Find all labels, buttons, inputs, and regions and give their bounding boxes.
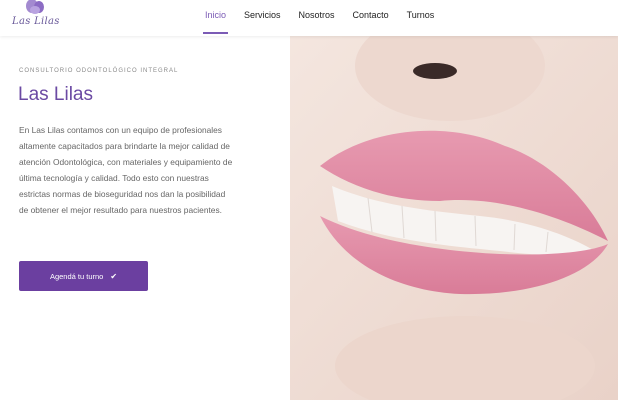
cta-label: Agendá tu turno bbox=[49, 271, 104, 281]
hero-description: En Las Lilas contamos con un equipo de p… bbox=[19, 125, 233, 215]
smile-photo-icon bbox=[290, 36, 618, 400]
logo-text: Las Lilas bbox=[12, 16, 60, 27]
nav-item-turnos[interactable]: Turnos bbox=[398, 0, 444, 36]
nav-item-contacto[interactable]: Contacto bbox=[344, 0, 398, 36]
check-icon: ✔ bbox=[110, 271, 118, 281]
logo[interactable]: Las Lilas bbox=[12, 0, 62, 34]
hero-smile-image bbox=[290, 36, 618, 400]
hero-kicker: CONSULTORIO ODONTOLÓGICO INTEGRAL bbox=[19, 68, 179, 74]
nav-item-nosotros[interactable]: Nosotros bbox=[290, 0, 344, 36]
hero-title: Las Lilas bbox=[18, 84, 93, 105]
nav-item-inicio[interactable]: Inicio bbox=[196, 0, 235, 36]
site-header: Las Lilas Inicio Servicios Nosotros Cont… bbox=[0, 0, 618, 36]
book-appointment-button[interactable]: Agendá tu turno ✔ bbox=[19, 261, 148, 291]
nav-item-servicios[interactable]: Servicios bbox=[235, 0, 290, 36]
main-nav: Inicio Servicios Nosotros Contacto Turno… bbox=[196, 0, 443, 36]
